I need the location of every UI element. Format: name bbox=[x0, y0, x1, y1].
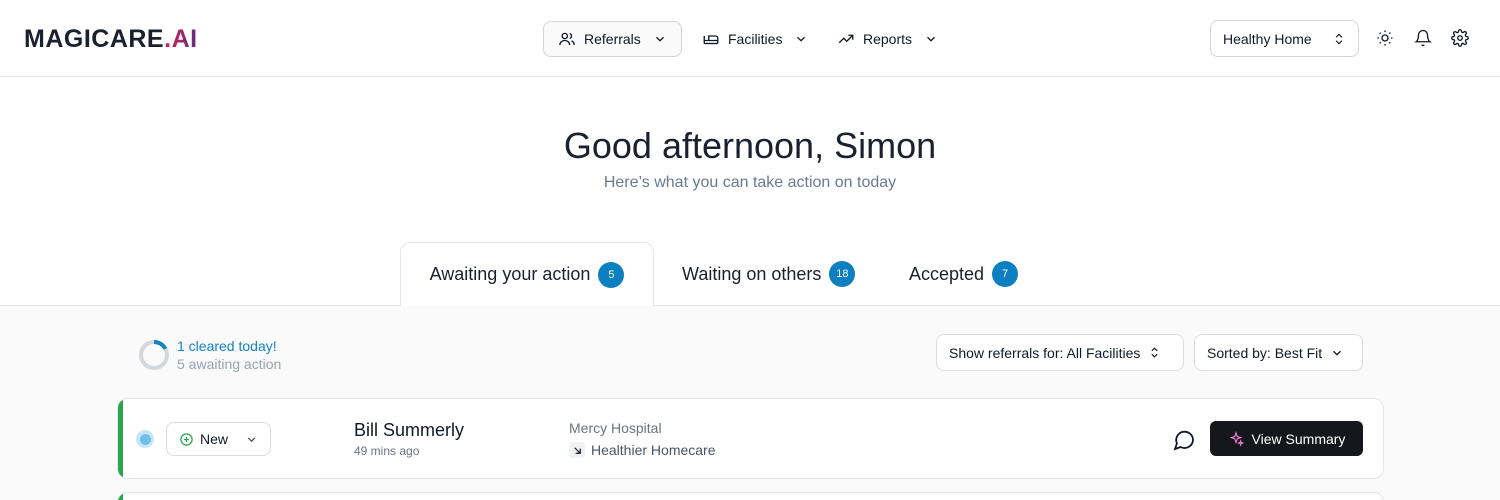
nav-facilities-label: Facilities bbox=[728, 31, 783, 47]
magicare-logo[interactable]: MAGICARE.AI bbox=[24, 25, 198, 53]
tab-accepted[interactable]: Accepted 7 bbox=[909, 261, 1019, 287]
facility-selector[interactable]: Healthy Home bbox=[1210, 20, 1359, 57]
chevron-down-icon bbox=[927, 36, 935, 42]
logo-text: MAGICARE bbox=[24, 25, 165, 53]
trending-up-icon bbox=[838, 34, 854, 44]
nav-referrals[interactable]: Referrals bbox=[543, 21, 682, 57]
status-dropdown[interactable]: New bbox=[166, 422, 271, 456]
status-label: New bbox=[200, 431, 229, 447]
facility-filter-dropdown[interactable]: Show referrals for: All Facilities bbox=[936, 334, 1184, 371]
chevron-down-icon bbox=[655, 36, 664, 42]
bed-icon bbox=[703, 35, 719, 45]
nav-facilities[interactable]: Facilities bbox=[702, 21, 812, 57]
sort-label: Sorted by: bbox=[1207, 344, 1271, 361]
tab-label: Waiting on others bbox=[682, 263, 822, 284]
unread-indicator bbox=[136, 430, 154, 448]
nav-reports-label: Reports bbox=[863, 31, 913, 47]
facility-selector-value: Healthy Home bbox=[1223, 30, 1312, 47]
plus-circle-icon bbox=[180, 432, 193, 446]
nav-referrals-label: Referrals bbox=[584, 31, 641, 47]
nav-reports[interactable]: Reports bbox=[837, 21, 942, 57]
logo-ai: AI bbox=[171, 25, 198, 53]
message-circle-icon[interactable] bbox=[1172, 428, 1196, 452]
sort-value: Best Fit bbox=[1274, 344, 1323, 361]
awaiting-action-text: 5 awaiting action bbox=[177, 356, 282, 372]
referral-time: 49 mins ago bbox=[354, 444, 420, 458]
chevron-up-down-icon bbox=[1151, 347, 1159, 358]
tab-awaiting-your-action[interactable]: Awaiting your action 5 bbox=[400, 242, 654, 306]
tab-waiting-on-others[interactable]: Waiting on others 18 bbox=[682, 261, 856, 287]
chevron-down-icon bbox=[247, 436, 256, 442]
tabs-divider bbox=[0, 305, 1500, 306]
filter-value: All Facilities bbox=[1066, 344, 1141, 361]
count-badge: 7 bbox=[992, 261, 1019, 287]
referral-card-partial[interactable] bbox=[117, 492, 1384, 500]
view-summary-label: View Summary bbox=[1251, 430, 1346, 447]
referral-card[interactable]: New Bill Summerly 49 mins ago Mercy Hosp… bbox=[117, 398, 1384, 479]
source-hospital: Mercy Hospital bbox=[569, 420, 662, 436]
chevron-up-down-icon bbox=[1335, 33, 1343, 44]
sun-icon[interactable] bbox=[1376, 29, 1394, 47]
gear-icon[interactable] bbox=[1451, 29, 1469, 47]
view-summary-button[interactable]: View Summary bbox=[1210, 421, 1363, 456]
count-badge: 18 bbox=[829, 261, 856, 287]
chevron-down-icon bbox=[797, 36, 806, 42]
sparkles-icon bbox=[1229, 430, 1244, 447]
tab-label: Awaiting your action bbox=[429, 264, 591, 284]
top-navigation-bar: MAGICARE.AI Referrals Facilities Reports… bbox=[0, 0, 1500, 77]
sort-dropdown[interactable]: Sorted by: Best Fit bbox=[1194, 334, 1363, 371]
logo-dot: . bbox=[164, 25, 172, 53]
patient-name[interactable]: Bill Summerly bbox=[354, 420, 464, 441]
count-badge: 5 bbox=[598, 261, 625, 288]
card-accent-bar bbox=[118, 493, 123, 500]
greeting-subtitle: Here’s what you can take action on today bbox=[603, 174, 897, 191]
arrow-down-right-icon bbox=[569, 442, 585, 458]
tab-label: Accepted bbox=[909, 263, 985, 284]
card-accent-bar bbox=[118, 399, 123, 478]
chevron-down-icon bbox=[1333, 350, 1342, 356]
destination-label: Healthier Homecare bbox=[591, 442, 716, 458]
users-icon bbox=[559, 32, 575, 46]
progress-ring bbox=[139, 340, 169, 370]
greeting-title: Good afternoon, Simon bbox=[563, 125, 937, 166]
bell-icon[interactable] bbox=[1414, 29, 1432, 47]
destination-facility: Healthier Homecare bbox=[569, 442, 716, 458]
cleared-today-text: 1 cleared today! bbox=[177, 338, 277, 354]
filter-label: Show referrals for: bbox=[949, 344, 1064, 361]
